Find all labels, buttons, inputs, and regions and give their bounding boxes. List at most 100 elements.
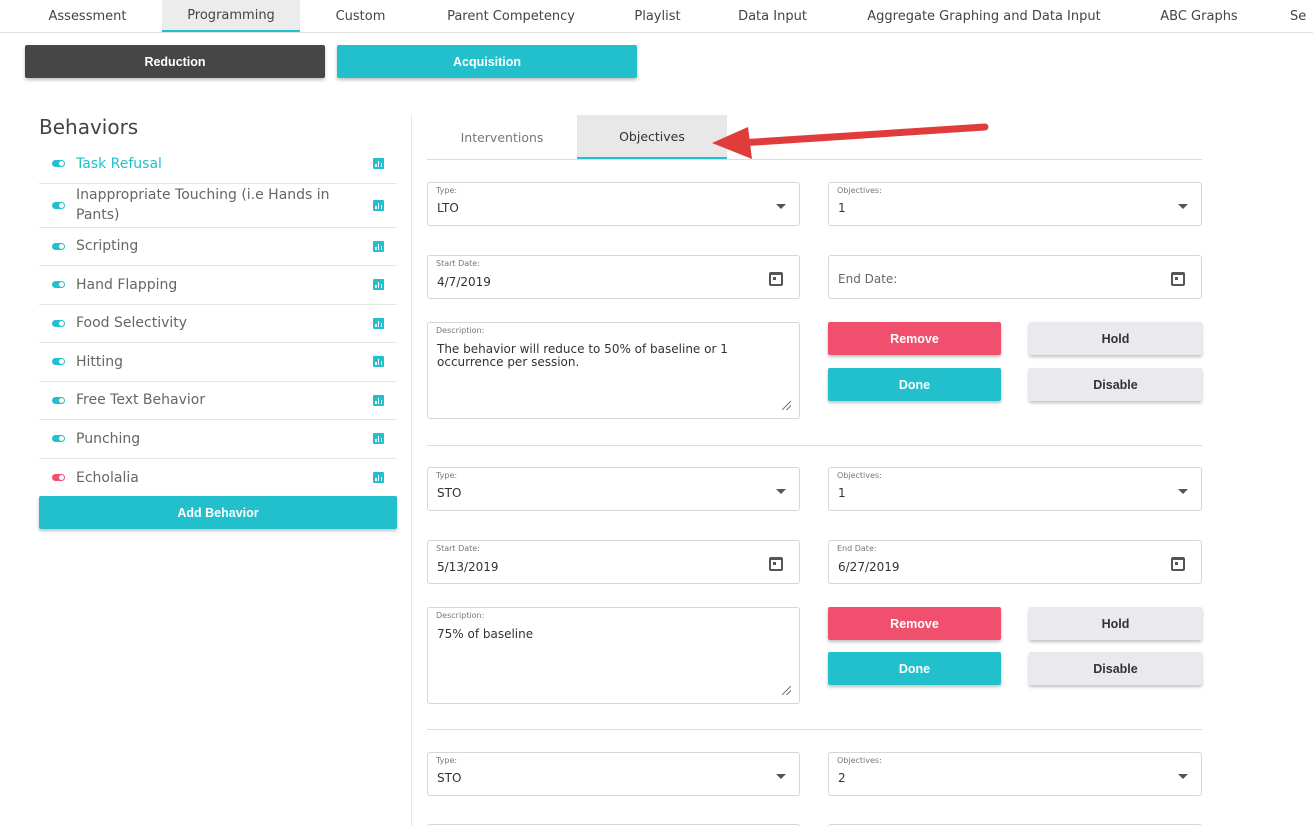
bar-chart-icon[interactable] bbox=[373, 158, 384, 170]
behavior-label: Scripting bbox=[76, 238, 139, 255]
type-value: STO bbox=[437, 771, 462, 785]
objectives-label: Objectives: bbox=[837, 471, 882, 480]
type-label: Type: bbox=[436, 186, 458, 195]
type-select[interactable]: Type: LTO bbox=[427, 182, 800, 226]
type-select[interactable]: Type: STO bbox=[427, 467, 800, 511]
toggle-icon[interactable] bbox=[52, 281, 65, 289]
bar-chart-icon[interactable] bbox=[373, 317, 384, 329]
behavior-label: Food Selectivity bbox=[76, 315, 188, 332]
behavior-label: Task Refusal bbox=[76, 155, 162, 172]
add-behavior-button[interactable]: Add Behavior bbox=[39, 496, 397, 529]
behavior-item-punching[interactable]: Punching bbox=[39, 420, 397, 459]
disable-button[interactable]: Disable bbox=[1029, 652, 1202, 685]
caret-down-icon bbox=[776, 204, 786, 209]
toggle-icon[interactable] bbox=[52, 435, 65, 443]
bar-chart-icon[interactable] bbox=[373, 433, 384, 445]
description-textarea[interactable]: Description: The behavior will reduce to… bbox=[427, 322, 800, 419]
objectives-select[interactable]: Objectives: 2 bbox=[828, 752, 1202, 796]
toggle-icon[interactable] bbox=[52, 242, 65, 250]
acquisition-button[interactable]: Acquisition bbox=[337, 45, 637, 78]
objective-separator bbox=[427, 445, 1202, 446]
behavior-item-hand-flapping[interactable]: Hand Flapping bbox=[39, 266, 397, 305]
tab-assessment[interactable]: Assessment bbox=[30, 0, 145, 32]
done-button[interactable]: Done bbox=[828, 652, 1001, 685]
behavior-label: Echolalia bbox=[76, 469, 139, 486]
panel-divider bbox=[411, 115, 412, 826]
behavior-item-echolalia[interactable]: Echolalia bbox=[39, 459, 397, 498]
calendar-icon[interactable] bbox=[1171, 557, 1185, 571]
type-value: STO bbox=[437, 486, 462, 500]
behavior-item-task-refusal[interactable]: Task Refusal bbox=[39, 145, 397, 184]
tab-abc-graphs[interactable]: ABC Graphs bbox=[1145, 0, 1253, 32]
toggle-icon[interactable] bbox=[52, 474, 65, 482]
description-value: The behavior will reduce to 50% of basel… bbox=[437, 342, 728, 369]
start-date-label: Start Date: bbox=[436, 544, 480, 553]
behavior-item-hitting[interactable]: Hitting bbox=[39, 343, 397, 382]
caret-down-icon bbox=[1178, 774, 1188, 779]
start-date-value: 4/7/2019 bbox=[437, 275, 491, 289]
behavior-list: Task Refusal Inappropriate Touching (i.e… bbox=[39, 145, 397, 497]
bar-chart-icon[interactable] bbox=[373, 394, 384, 406]
toggle-icon[interactable] bbox=[52, 160, 65, 168]
type-select[interactable]: Type: STO bbox=[427, 752, 800, 796]
behavior-item-scripting[interactable]: Scripting bbox=[39, 228, 397, 266]
top-navigation: Assessment Programming Custom Parent Com… bbox=[0, 0, 1313, 33]
objectives-value: 1 bbox=[838, 201, 846, 215]
annotation-arrow bbox=[712, 123, 989, 159]
calendar-icon[interactable] bbox=[1171, 272, 1185, 286]
tab-playlist[interactable]: Playlist bbox=[620, 0, 695, 32]
toggle-icon[interactable] bbox=[52, 201, 65, 209]
behaviors-heading: Behaviors bbox=[39, 115, 139, 139]
behavior-label: Hitting bbox=[76, 353, 124, 370]
behavior-item-free-text[interactable]: Free Text Behavior bbox=[39, 382, 397, 420]
tab-programming[interactable]: Programming bbox=[162, 0, 300, 32]
type-label: Type: bbox=[436, 471, 458, 480]
bar-chart-icon[interactable] bbox=[373, 472, 384, 484]
start-date-value: 5/13/2019 bbox=[437, 560, 499, 574]
hold-button[interactable]: Hold bbox=[1029, 322, 1202, 355]
start-date-field[interactable]: Start Date: 5/13/2019 bbox=[427, 540, 800, 584]
remove-button[interactable]: Remove bbox=[828, 322, 1001, 355]
description-value: 75% of baseline bbox=[437, 627, 534, 641]
disable-button[interactable]: Disable bbox=[1029, 368, 1202, 401]
behavior-item-food-selectivity[interactable]: Food Selectivity bbox=[39, 305, 397, 343]
toggle-icon[interactable] bbox=[52, 358, 65, 366]
end-date-field[interactable]: End Date: 6/27/2019 bbox=[828, 540, 1202, 584]
behavior-label: Hand Flapping bbox=[76, 276, 178, 293]
toggle-icon[interactable] bbox=[52, 396, 65, 404]
caret-down-icon bbox=[1178, 489, 1188, 494]
reduction-button[interactable]: Reduction bbox=[25, 45, 325, 78]
caret-down-icon bbox=[776, 489, 786, 494]
end-date-value: 6/27/2019 bbox=[838, 560, 900, 574]
behavior-label: Inappropriate Touching (i.e Hands in Pan… bbox=[76, 187, 330, 223]
toggle-icon[interactable] bbox=[52, 319, 65, 327]
resize-handle-icon[interactable] bbox=[782, 686, 791, 695]
done-button[interactable]: Done bbox=[828, 368, 1001, 401]
objective-separator bbox=[427, 729, 1202, 730]
calendar-icon[interactable] bbox=[769, 557, 783, 571]
bar-chart-icon[interactable] bbox=[373, 240, 384, 252]
type-label: Type: bbox=[436, 756, 458, 765]
resize-handle-icon[interactable] bbox=[782, 401, 791, 410]
remove-button[interactable]: Remove bbox=[828, 607, 1001, 640]
start-date-field[interactable]: Start Date: 4/7/2019 bbox=[427, 255, 800, 299]
tab-sessions-truncated[interactable]: Se bbox=[1290, 0, 1313, 32]
tab-interventions[interactable]: Interventions bbox=[427, 115, 577, 159]
objectives-select[interactable]: Objectives: 1 bbox=[828, 182, 1202, 226]
bar-chart-icon[interactable] bbox=[373, 279, 384, 291]
bar-chart-icon[interactable] bbox=[373, 356, 384, 368]
tab-parent-competency[interactable]: Parent Competency bbox=[430, 0, 592, 32]
caret-down-icon bbox=[776, 774, 786, 779]
tab-custom[interactable]: Custom bbox=[318, 0, 403, 32]
end-date-label: End Date: bbox=[837, 544, 877, 553]
behavior-label: Punching bbox=[76, 430, 141, 447]
objectives-select[interactable]: Objectives: 1 bbox=[828, 467, 1202, 511]
bar-chart-icon[interactable] bbox=[373, 199, 384, 211]
tab-data-input[interactable]: Data Input bbox=[725, 0, 820, 32]
hold-button[interactable]: Hold bbox=[1029, 607, 1202, 640]
description-textarea[interactable]: Description: 75% of baseline bbox=[427, 607, 800, 704]
tab-aggregate-graphing[interactable]: Aggregate Graphing and Data Input bbox=[850, 0, 1118, 32]
end-date-field[interactable]: End Date: bbox=[828, 255, 1202, 299]
behavior-item-inappropriate-touching[interactable]: Inappropriate Touching (i.e Hands in Pan… bbox=[39, 184, 397, 228]
calendar-icon[interactable] bbox=[769, 272, 783, 286]
